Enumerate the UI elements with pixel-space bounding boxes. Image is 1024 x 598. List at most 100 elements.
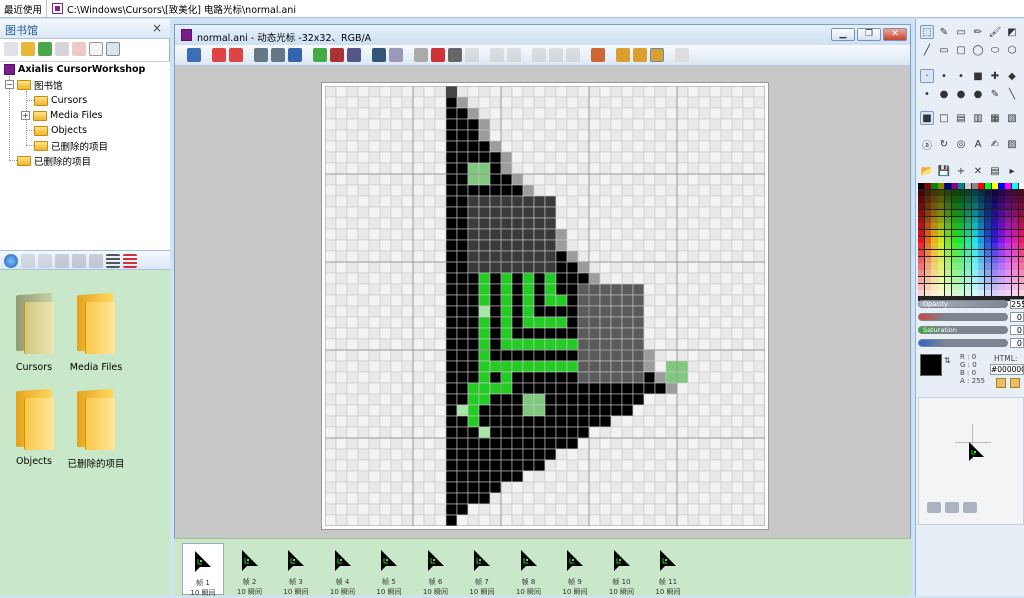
mask-icon[interactable] [448,48,462,62]
palette-swatch[interactable] [938,230,944,236]
palette-swatch[interactable] [938,190,944,196]
green-value[interactable]: 0 [1010,325,1024,335]
html-color-input[interactable]: #000000 [990,364,1024,375]
palette-swatch[interactable] [938,257,944,263]
palette-swatch[interactable] [972,196,978,202]
palette-swatch[interactable] [952,277,958,283]
palette-swatch[interactable] [931,237,937,243]
copy-image-icon[interactable] [254,48,268,62]
palette-swatch[interactable] [938,217,944,223]
palette-swatch[interactable] [998,223,1004,229]
palette-swatch[interactable] [952,250,958,256]
palette-swatch[interactable] [1012,270,1018,276]
palette-swatch[interactable] [918,203,924,209]
palette-swatch[interactable] [938,290,944,296]
palette-swatch[interactable] [931,190,937,196]
palette-swatch[interactable] [965,263,971,269]
palette-swatch[interactable] [945,237,951,243]
palette-swatch[interactable] [925,290,931,296]
palette-swatch[interactable] [992,217,998,223]
palette-swatch[interactable] [978,284,984,290]
palette-swatch[interactable] [925,270,931,276]
frame-thumbnail[interactable]: 帧 610 瞬间 [415,543,457,595]
fill-solid-icon[interactable]: ■ [920,111,934,125]
fill-image-icon[interactable]: ▧ [1005,111,1019,125]
paste-icon[interactable] [566,48,580,62]
frame-thumbnail[interactable]: 帧 710 瞬间 [461,543,503,595]
palette-swatch[interactable] [945,217,951,223]
tree-item-media-files[interactable]: + Media Files [21,108,102,123]
palette-swatch[interactable] [998,270,1004,276]
palette-swatch[interactable] [952,243,958,249]
frame-thumbnail[interactable]: 帧 310 瞬间 [275,543,317,595]
palette-swatch[interactable] [1005,277,1011,283]
palette-swatch[interactable] [965,210,971,216]
brush-size-9-icon[interactable]: ● [954,87,968,101]
palette-swatch[interactable] [945,263,951,269]
palette-swatch[interactable] [965,203,971,209]
palette-swatch[interactable] [978,223,984,229]
palette-swatch[interactable] [1012,250,1018,256]
palette-swatch[interactable] [1005,237,1011,243]
palette-swatch[interactable] [925,217,931,223]
open-palette-icon[interactable]: 📂 [920,164,934,178]
palette-swatch[interactable] [1019,230,1024,236]
palette-swatch[interactable] [952,263,958,269]
palette-swatch[interactable] [1005,203,1011,209]
palette-swatch[interactable] [1012,230,1018,236]
palette-swatch[interactable] [918,284,924,290]
palette-swatch[interactable] [952,270,958,276]
ellipse2-icon[interactable]: ⬭ [988,43,1002,57]
palette-swatch[interactable] [972,203,978,209]
palette-swatch[interactable] [985,284,991,290]
palette-swatch[interactable] [918,230,924,236]
gradient-tool-icon[interactable]: ▨ [1005,137,1019,151]
image-props-icon[interactable] [591,48,605,62]
palette-swatch[interactable] [972,290,978,296]
palette-swatch[interactable] [918,237,924,243]
palette-swatch[interactable] [925,250,931,256]
palette-swatch[interactable] [945,277,951,283]
folder-media-files[interactable] [73,294,117,356]
palette-swatch[interactable] [965,223,971,229]
palette-swatch[interactable] [1005,183,1011,189]
add-icon[interactable] [38,42,52,56]
folder-objects[interactable] [12,390,56,452]
tree-item-objects[interactable]: Objects [34,123,87,138]
palette-swatch[interactable] [998,190,1004,196]
palette-swatch[interactable] [972,210,978,216]
palette-swatch[interactable] [938,243,944,249]
palette-swatch[interactable] [978,263,984,269]
palette-swatch[interactable] [925,203,931,209]
fill-texture-icon[interactable]: ▦ [988,111,1002,125]
palette-swatch[interactable] [958,277,964,283]
preview-bg-toggle[interactable] [927,502,941,513]
palette-swatch[interactable] [938,223,944,229]
palette-swatch[interactable] [972,237,978,243]
palette-swatch[interactable] [958,284,964,290]
delete-icon[interactable] [72,42,86,56]
palette-swatch[interactable] [1019,183,1024,189]
fill-icon[interactable]: ◩ [1005,25,1019,39]
palette-swatch[interactable] [1019,196,1024,202]
palette-swatch[interactable] [985,230,991,236]
palette-swatch[interactable] [945,290,951,296]
palette-swatch[interactable] [978,203,984,209]
palette-swatch[interactable] [965,250,971,256]
line-icon[interactable]: ╱ [920,43,934,57]
palette-swatch[interactable] [998,237,1004,243]
palette-swatch[interactable] [985,237,991,243]
palette-swatch[interactable] [978,217,984,223]
brush-size-2-icon[interactable]: • [937,69,951,83]
palette-swatch[interactable] [1005,270,1011,276]
copy-icon[interactable] [21,254,35,268]
palette-swatch[interactable] [1005,243,1011,249]
text-tool-icon[interactable]: A [971,137,985,151]
pencil-icon[interactable]: ✏ [971,25,985,39]
palette-swatch[interactable] [925,277,931,283]
library-close-button[interactable]: × [152,21,162,35]
flip-icon[interactable] [490,48,504,62]
palette-swatch[interactable] [918,290,924,296]
frame-thumbnail[interactable]: 帧 910 瞬间 [554,543,596,595]
palette-swatch[interactable] [965,257,971,263]
